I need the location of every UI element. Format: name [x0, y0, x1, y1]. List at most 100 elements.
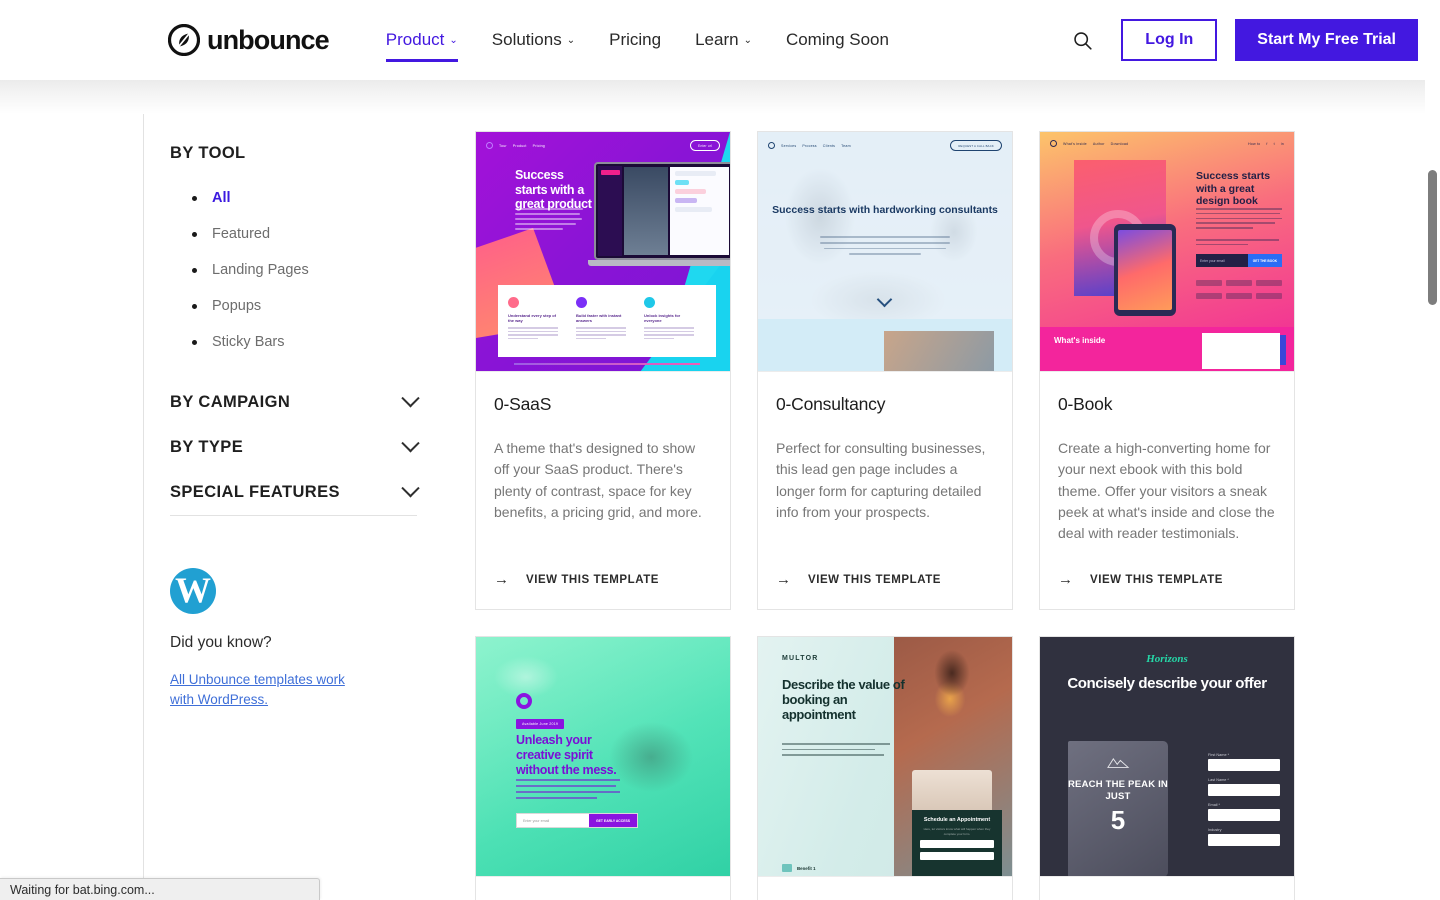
nav-label: Learn: [695, 30, 739, 49]
login-button[interactable]: Log In: [1121, 19, 1218, 61]
thumb-feature: Understand every step of the way: [508, 313, 557, 324]
thumb-field-label: First Name *: [1208, 753, 1230, 758]
nav-item-pricing[interactable]: Pricing: [592, 0, 678, 80]
bullet-icon: [192, 231, 197, 237]
template-card[interactable]: Tour Product Pricing Enter url Success sta…: [475, 131, 731, 611]
template-thumbnail-consultancy: Services Process Clients Team REQUEST A CAL…: [758, 132, 1012, 372]
chevron-down-icon: ⌄: [449, 35, 458, 46]
thumb-field-label: Email *: [1208, 803, 1221, 808]
thumb-form-sub: Here, let visitors know what will happen…: [923, 827, 991, 836]
filter-group-by-tool[interactable]: BY TOOL: [170, 131, 441, 176]
view-template-link[interactable]: → VIEW THIS TEMPLATE: [476, 544, 730, 609]
template-card[interactable]: Services Process Clients Team REQUEST A CAL…: [757, 131, 1013, 611]
view-template-label: VIEW THIS TEMPLATE: [1090, 573, 1223, 586]
template-description: Perfect for consulting businesses, this …: [776, 440, 986, 520]
header-shadow: [0, 80, 1440, 114]
thumb-form-cta: GET EARLY ACCESS: [589, 814, 637, 828]
active-underline: [385, 59, 458, 62]
thumb-field-label: Industry: [1208, 828, 1222, 833]
template-thumbnail-creative: Available June 2019 Unleash your creativ…: [476, 637, 730, 878]
template-card[interactable]: Horizons Concisely describe your offer R…: [1039, 636, 1295, 900]
filter-label: Featured: [212, 226, 271, 242]
filter-group-label: BY CAMPAIGN: [170, 393, 291, 411]
template-thumbnail-multor: MULTOR Describe the value of booking an …: [758, 637, 1012, 878]
thumb-badge: Available June 2019: [516, 719, 565, 730]
arrow-right-icon: →: [776, 571, 791, 589]
thumb-form-title: Schedule an Appointment: [923, 817, 991, 824]
browser-status-bar: Waiting for bat.bing.com...: [0, 878, 320, 900]
filter-sidebar: BY TOOL All Featured Landing Pages Popup…: [143, 114, 441, 900]
view-template-label: VIEW THIS TEMPLATE: [526, 573, 659, 586]
thumb-field-label: Last Name *: [1208, 778, 1229, 783]
template-thumbnail-book: What's inside Author Download How to f t in S…: [1040, 132, 1294, 372]
thumb-headline: Unleash your creative spirit without the…: [516, 733, 617, 777]
filter-group-by-campaign[interactable]: BY CAMPAIGN: [170, 380, 441, 425]
templates-grid: Tour Product Pricing Enter url Success sta…: [475, 131, 1418, 900]
chevron-down-icon: [401, 389, 420, 408]
template-title: 0-SaaS: [494, 394, 552, 414]
site-header: unbounce Product ⌄ Solutions ⌄ Pricing L…: [0, 0, 1440, 80]
filter-group-by-type[interactable]: BY TYPE: [170, 425, 441, 470]
chevron-down-icon: ⌄: [566, 35, 576, 46]
nav-label: Pricing: [609, 30, 662, 49]
thumb-headline: Success starts with a great design book: [1196, 170, 1271, 208]
filter-label: Popups: [212, 298, 262, 314]
filter-item-sticky-bars[interactable]: Sticky Bars: [192, 324, 441, 360]
logo[interactable]: unbounce: [168, 24, 330, 56]
start-free-trial-button[interactable]: Start My Free Trial: [1235, 19, 1418, 61]
thumb-headline: Success starts with a great product: [515, 168, 592, 211]
filter-label: Sticky Bars: [212, 334, 285, 350]
thumb-headline: Describe the value of booking an appoint…: [782, 677, 905, 723]
filter-item-popups[interactable]: Popups: [192, 288, 441, 324]
search-button[interactable]: [1061, 19, 1103, 61]
filter-group-special-features[interactable]: SPECIAL FEATURES: [170, 470, 441, 515]
nav-item-coming-soon[interactable]: Coming Soon: [769, 0, 906, 80]
nav-item-learn[interactable]: Learn ⌄: [678, 0, 769, 80]
chevron-down-icon: ⌄: [743, 35, 752, 46]
view-template-link[interactable]: → VIEW THIS TEMPLATE: [1040, 544, 1294, 609]
page-scrollbar[interactable]: [1425, 80, 1440, 900]
thumb-form-placeholder: Enter your email: [1200, 258, 1225, 263]
benefit-icon: [782, 864, 792, 873]
template-card[interactable]: MULTOR Describe the value of booking an …: [757, 636, 1013, 900]
thumb-brand: MULTOR: [782, 655, 819, 663]
nav-item-solutions[interactable]: Solutions ⌄: [475, 0, 592, 80]
promo-title: Did you know?: [170, 634, 272, 651]
nav-label: Product: [385, 30, 445, 49]
view-template-label: VIEW THIS TEMPLATE: [808, 573, 941, 586]
template-title: 0-Consultancy: [776, 394, 886, 414]
thumb-headline: Concisely describe your offer: [1067, 675, 1267, 693]
thumb-form-cta: GET THE BOOK: [1247, 254, 1282, 267]
filter-label: Landing Pages: [212, 262, 309, 278]
filter-list-by-tool: All Featured Landing Pages Popups Sticky…: [170, 180, 441, 360]
nav-label: Coming Soon: [785, 30, 889, 49]
template-description: Create a high-converting home for your n…: [1058, 440, 1275, 542]
scrollbar-thumb[interactable]: [1428, 170, 1437, 305]
template-description: A theme that's designed to show off your…: [494, 440, 702, 520]
thumb-benefit: Benefit 1: [797, 865, 816, 871]
thumb-section-title: What's inside: [1054, 336, 1106, 345]
filter-item-featured[interactable]: Featured: [192, 216, 441, 252]
template-card[interactable]: Available June 2019 Unleash your creativ…: [475, 636, 731, 900]
chevron-down-icon: [401, 479, 420, 498]
bullet-icon: [192, 303, 197, 309]
filter-item-landing-pages[interactable]: Landing Pages: [192, 252, 441, 288]
logo-text: unbounce: [207, 24, 330, 55]
template-title: 0-Book: [1058, 394, 1113, 414]
view-template-link[interactable]: → VIEW THIS TEMPLATE: [758, 544, 1012, 609]
template-thumbnail-saas: Tour Product Pricing Enter url Success sta…: [476, 132, 730, 372]
wordpress-link[interactable]: All Unbounce templates work with WordPre…: [170, 670, 360, 709]
unbounce-logo-icon: [168, 24, 200, 56]
thumb-brand: Horizons: [1146, 653, 1188, 666]
arrow-right-icon: →: [1058, 571, 1073, 589]
thumb-book-title: REACH THE PEAK IN JUST: [1068, 779, 1168, 803]
arrow-right-icon: →: [494, 571, 509, 589]
templates-grid-area: Tour Product Pricing Enter url Success sta…: [441, 114, 1418, 900]
thumb-feature: Unlock insights for everyone: [644, 313, 681, 324]
thumb-form-placeholder: Enter your email: [523, 818, 550, 823]
filter-item-all[interactable]: All: [192, 180, 441, 216]
nav-item-product[interactable]: Product ⌄: [369, 0, 475, 80]
thumb-headline: Success starts with hardworking consulta…: [772, 204, 998, 216]
search-icon: [1074, 31, 1092, 50]
template-card[interactable]: What's inside Author Download How to f t in S…: [1039, 131, 1295, 611]
